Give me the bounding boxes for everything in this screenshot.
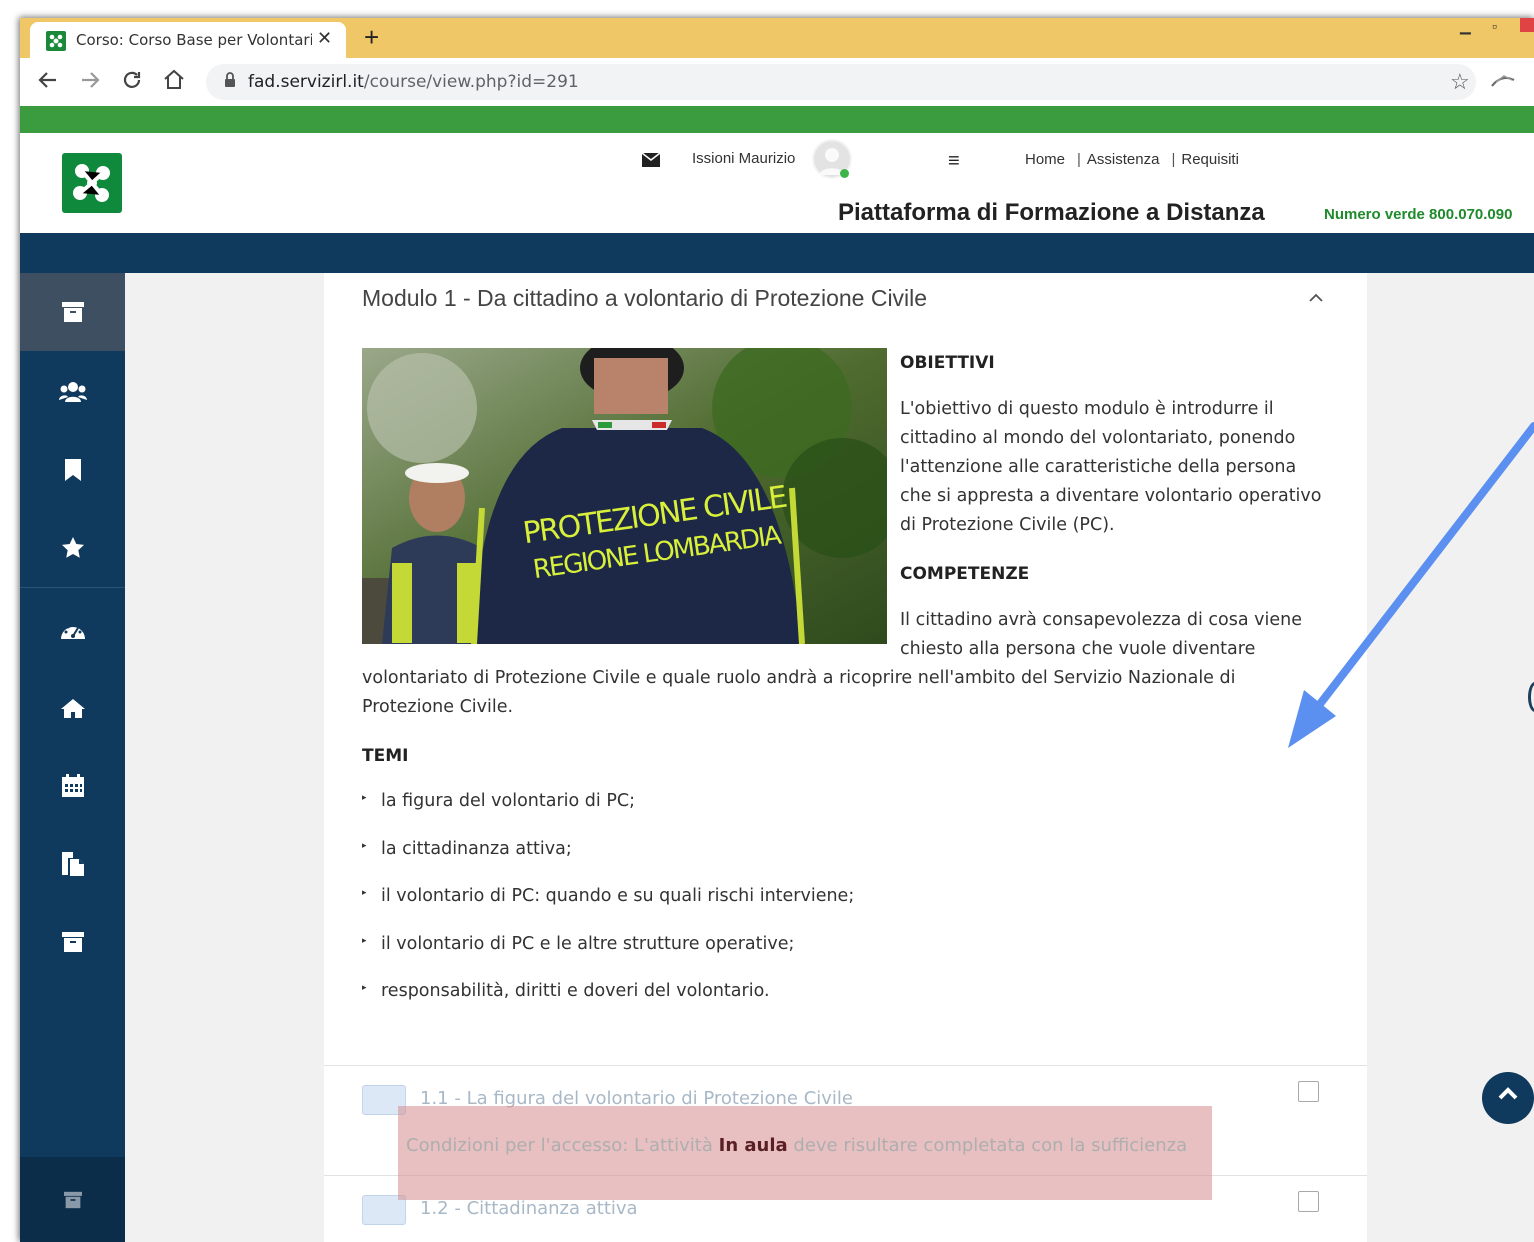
tab-title: Corso: Corso Base per Volontari d <box>76 31 312 49</box>
chevron-up-icon <box>1497 1081 1519 1112</box>
site-top-bar <box>20 106 1534 133</box>
sidebar-item-badges[interactable] <box>20 431 125 509</box>
list-item: il volontario di PC: quando e su quali r… <box>362 886 1262 934</box>
browser-toolbar: fad.servizirl.it/course/view.php?id=291 … <box>20 58 1534 106</box>
restriction-prefix: Condizioni per l'accesso: L'attività <box>406 1135 719 1156</box>
sidebar-item-dashboard[interactable] <box>20 591 125 669</box>
nav-home-link[interactable]: Home <box>1025 151 1065 168</box>
sidebar-footer[interactable] <box>20 1157 125 1242</box>
list-item: la cittadinanza attiva; <box>362 839 1262 887</box>
obiettivi-heading: OBIETTIVI <box>900 353 995 373</box>
competenze-text-b: volontariato di Protezione Civile e qual… <box>362 668 1236 717</box>
dashboard-icon <box>60 623 85 639</box>
sidebar <box>20 273 125 1242</box>
competenze-text-a: Il cittadino avrà consapevolezza di cosa… <box>900 610 1303 659</box>
address-bar[interactable]: fad.servizirl.it/course/view.php?id=291 … <box>206 64 1476 100</box>
back-icon[interactable] <box>36 68 60 99</box>
course-section: Modulo 1 - Da cittadino a volontario di … <box>324 273 1367 1242</box>
close-window-icon[interactable] <box>1520 18 1534 32</box>
home-browser-icon[interactable] <box>162 68 186 99</box>
calendar-icon <box>61 774 84 797</box>
menu-hamburger-icon[interactable]: ≡ <box>948 150 960 173</box>
url-text: fad.servizirl.it/course/view.php?id=291 <box>248 72 579 92</box>
top-navigation: Home | Assistenza | Requisiti <box>1025 151 1239 168</box>
bookmark-star-icon[interactable]: ☆ <box>1450 69 1470 95</box>
minimize-icon[interactable]: ▁ <box>1460 18 1471 35</box>
archive-icon <box>61 302 84 322</box>
url-host: fad.servizirl.it <box>248 72 364 92</box>
temi-list: la figura del volontario di PC; la citta… <box>362 791 1262 1029</box>
archive-icon <box>63 1191 82 1208</box>
nav-separator: | <box>1171 151 1176 168</box>
completion-checkbox[interactable] <box>1298 1081 1319 1102</box>
activity-label[interactable]: 1.2 - Cittadinanza attiva <box>420 1198 638 1219</box>
extension-icon[interactable] <box>1490 72 1516 92</box>
browser-window: Corso: Corso Base per Volontari d ✕ + ▁ … <box>20 18 1534 1242</box>
regione-logo[interactable] <box>62 153 122 213</box>
archive-icon <box>61 932 84 952</box>
nav-separator: | <box>1077 151 1081 168</box>
restriction-activity[interactable]: In aula <box>719 1135 788 1156</box>
browser-tab[interactable]: Corso: Corso Base per Volontari d ✕ <box>30 22 346 58</box>
access-restriction-highlight: Condizioni per l'accesso: L'attività In … <box>398 1106 1212 1200</box>
list-item: la figura del volontario di PC; <box>362 791 1262 839</box>
sidebar-item-archive-2[interactable] <box>20 903 125 981</box>
online-status-dot <box>840 169 849 178</box>
section-divider <box>324 1065 1367 1066</box>
files-icon <box>61 852 84 876</box>
nav-requisiti-link[interactable]: Requisiti <box>1181 151 1239 168</box>
restriction-suffix: deve risultare completata con la suffici… <box>787 1135 1188 1156</box>
sidebar-item-files[interactable] <box>20 825 125 903</box>
url-path: /course/view.php?id=291 <box>363 72 579 92</box>
sidebar-divider <box>20 587 125 588</box>
sidebar-item-calendar[interactable] <box>20 747 125 825</box>
mail-icon[interactable] <box>641 152 661 172</box>
reload-icon[interactable] <box>120 68 144 99</box>
access-restriction-text: Condizioni per l'accesso: L'attività In … <box>406 1135 1187 1156</box>
sidebar-item-participants[interactable] <box>20 353 125 431</box>
module-title[interactable]: Modulo 1 - Da cittadino a volontario di … <box>362 285 927 312</box>
phone-number: Numero verde 800.070.090 <box>1324 206 1513 223</box>
sidebar-item-home[interactable] <box>20 669 125 747</box>
module-photo: PROTEZIONE CIVILE REGIONE LOMBARDIA <box>362 348 887 644</box>
temi-heading: TEMI <box>362 746 409 766</box>
forward-icon[interactable] <box>78 68 102 99</box>
competenze-heading: COMPETENZE <box>900 564 1030 584</box>
drawer-toggle[interactable] <box>1528 682 1534 712</box>
new-tab-button[interactable]: + <box>364 22 379 53</box>
scroll-to-top-button[interactable] <box>1482 1072 1534 1124</box>
completion-checkbox[interactable] <box>1298 1191 1319 1212</box>
sidebar-item-competencies[interactable] <box>20 509 125 587</box>
user-name[interactable]: Issioni Maurizio <box>692 150 795 167</box>
sidebar-item-archive[interactable] <box>20 273 125 351</box>
nav-assistenza-link[interactable]: Assistenza <box>1087 151 1160 168</box>
bookmark-icon <box>64 459 81 481</box>
obiettivi-text: L'obiettivo di questo modulo è introdurr… <box>900 399 1322 535</box>
tab-close-icon[interactable]: ✕ <box>317 28 332 49</box>
platform-title: Piattaforma di Formazione a Distanza <box>838 199 1265 226</box>
home-icon <box>60 699 85 718</box>
favicon-icon <box>46 31 66 51</box>
collapse-chevron-icon[interactable] <box>1308 287 1324 308</box>
list-item: il volontario di PC e le altre strutture… <box>362 934 1262 982</box>
tab-strip: Corso: Corso Base per Volontari d ✕ + ▁ … <box>20 18 1534 58</box>
maximize-icon[interactable]: ▫ <box>1492 18 1497 34</box>
site-nav-bar <box>20 233 1534 273</box>
star-icon <box>61 537 84 558</box>
site-header: Issioni Maurizio ≡ Home | Assistenza | Requi… <box>20 133 1534 233</box>
lock-icon <box>224 72 236 88</box>
list-item: responsabilità, diritti e doveri del vol… <box>362 981 1262 1029</box>
users-icon <box>58 382 87 402</box>
